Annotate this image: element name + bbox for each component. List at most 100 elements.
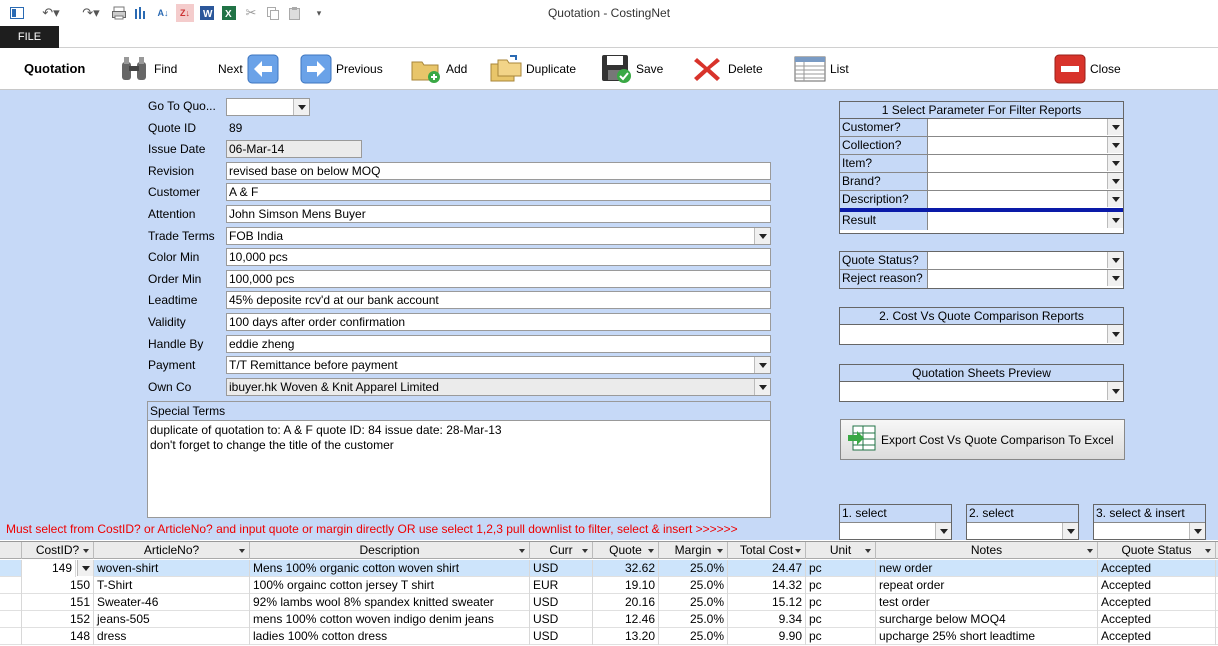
cell-unit[interactable]: pc	[806, 577, 876, 594]
chevron-down-icon[interactable]	[754, 379, 770, 395]
column-header-quote[interactable]: Quote	[593, 542, 659, 559]
cell-quote[interactable]: 19.10	[593, 577, 659, 594]
cell-curr[interactable]: USD	[530, 611, 593, 628]
chevron-down-icon[interactable]	[1107, 270, 1123, 286]
quote-id-field[interactable]: 89	[226, 119, 266, 137]
row-selector[interactable]	[0, 577, 22, 594]
select-1[interactable]: 1. select	[839, 504, 952, 540]
filter-brand-select[interactable]	[928, 173, 1123, 190]
cell-article[interactable]: jeans-505	[94, 611, 250, 628]
leadtime-field[interactable]: 45% deposite rcv'd at our bank account	[226, 291, 771, 309]
cell-margin[interactable]: 25.0%	[659, 577, 728, 594]
customer-field[interactable]: A & F	[226, 183, 771, 201]
filter-result-select[interactable]	[928, 212, 1123, 230]
chevron-down-icon[interactable]	[935, 523, 951, 539]
chevron-down-icon[interactable]	[1107, 212, 1123, 228]
cell-curr[interactable]: USD	[530, 628, 593, 645]
table-row[interactable]: 152 jeans-505 mens 100% cotton woven ind…	[0, 611, 1218, 628]
row-selector[interactable]	[0, 560, 22, 577]
cell-description[interactable]: ladies 100% cotton dress	[250, 628, 530, 645]
chevron-down-icon[interactable]	[1189, 523, 1205, 539]
cell-quote[interactable]: 13.20	[593, 628, 659, 645]
cell-curr[interactable]: USD	[530, 560, 593, 577]
cell-total-cost[interactable]: 24.47	[728, 560, 806, 577]
validity-field[interactable]: 100 days after order confirmation	[226, 313, 771, 331]
close-button[interactable]: Close	[1054, 52, 1121, 86]
cell-article[interactable]: dress	[94, 628, 250, 645]
duplicate-button[interactable]: Duplicate	[490, 52, 576, 86]
trade-terms-select[interactable]: FOB India	[226, 227, 771, 245]
column-header-articleno[interactable]: ArticleNo?	[94, 542, 250, 559]
goto-select[interactable]	[226, 98, 310, 116]
cell-total-cost[interactable]: 9.34	[728, 611, 806, 628]
cell-quote[interactable]: 20.16	[593, 594, 659, 611]
cell-description[interactable]: Mens 100% organic cotton woven shirt	[250, 560, 530, 577]
chevron-down-icon[interactable]	[1107, 252, 1123, 268]
cell-notes[interactable]: upcharge 25% short leadtime	[876, 628, 1098, 645]
column-header-costid[interactable]: CostID?	[22, 542, 94, 559]
filter-description-select[interactable]	[928, 191, 1123, 208]
cell-unit[interactable]: pc	[806, 611, 876, 628]
chevron-down-icon[interactable]	[1062, 523, 1078, 539]
cell-costid[interactable]: 148	[22, 628, 94, 645]
column-header-unit[interactable]: Unit	[806, 542, 876, 559]
quote-status-select[interactable]	[928, 252, 1123, 269]
cell-article[interactable]: woven-shirt	[94, 560, 250, 577]
cell-status[interactable]: Accepted	[1098, 628, 1216, 645]
cell-description[interactable]: 92% lambs wool 8% spandex knitted sweate…	[250, 594, 530, 611]
cell-status[interactable]: Accepted	[1098, 611, 1216, 628]
column-header-notes[interactable]: Notes	[876, 542, 1098, 559]
chevron-down-icon[interactable]	[754, 357, 770, 373]
attention-field[interactable]: John Simson Mens Buyer	[226, 205, 771, 223]
issue-date-field[interactable]: 06-Mar-14	[226, 140, 362, 158]
row-selector[interactable]	[0, 611, 22, 628]
cell-margin[interactable]: 25.0%	[659, 560, 728, 577]
cell-costid[interactable]: 152	[22, 611, 94, 628]
table-row[interactable]: 149 woven-shirt Mens 100% organic cotton…	[0, 560, 1218, 577]
cell-notes[interactable]: repeat order	[876, 577, 1098, 594]
cell-article[interactable]: Sweater-46	[94, 594, 250, 611]
sheets-preview-select[interactable]	[840, 382, 1123, 401]
reject-reason-select[interactable]	[928, 270, 1123, 288]
list-button[interactable]: List	[794, 52, 849, 86]
revision-field[interactable]: revised base on below MOQ	[226, 162, 771, 180]
column-header-margin[interactable]: Margin	[659, 542, 728, 559]
order-min-field[interactable]: 100,000 pcs	[226, 270, 771, 288]
chevron-down-icon[interactable]	[293, 99, 309, 115]
row-selector[interactable]	[0, 628, 22, 645]
column-header-total-cost[interactable]: Total Cost	[728, 542, 806, 559]
file-tab[interactable]: FILE	[0, 26, 59, 48]
chevron-down-icon[interactable]	[77, 560, 93, 576]
filter-customer-select[interactable]	[928, 119, 1123, 136]
cell-costid[interactable]: 150	[22, 577, 94, 594]
cell-status[interactable]: Accepted	[1098, 577, 1216, 594]
column-header-curr[interactable]: Curr	[530, 542, 593, 559]
find-button[interactable]: Find	[118, 52, 177, 86]
chevron-down-icon[interactable]	[1107, 155, 1123, 171]
delete-button[interactable]: Delete	[692, 52, 763, 86]
table-row[interactable]: 151 Sweater-46 92% lambs wool 8% spandex…	[0, 594, 1218, 611]
costid-dropdown[interactable]	[76, 560, 94, 577]
chevron-down-icon[interactable]	[1107, 382, 1123, 400]
payment-select[interactable]: T/T Remittance before payment	[226, 356, 771, 374]
cell-article[interactable]: T-Shirt	[94, 577, 250, 594]
cell-notes[interactable]: new order	[876, 560, 1098, 577]
cell-unit[interactable]: pc	[806, 594, 876, 611]
export-excel-button[interactable]: Export Cost Vs Quote Comparison To Excel	[840, 419, 1125, 460]
filter-collection-select[interactable]	[928, 137, 1123, 154]
cell-margin[interactable]: 25.0%	[659, 594, 728, 611]
comparison-report-select[interactable]	[840, 325, 1123, 344]
chevron-down-icon[interactable]	[754, 228, 770, 244]
color-min-field[interactable]: 10,000 pcs	[226, 248, 771, 266]
cell-unit[interactable]: pc	[806, 560, 876, 577]
special-terms-box[interactable]: Special Terms duplicate of quotation to:…	[147, 401, 771, 518]
row-selector[interactable]	[0, 594, 22, 611]
cell-curr[interactable]: USD	[530, 594, 593, 611]
column-header-description[interactable]: Description	[250, 542, 530, 559]
add-button[interactable]: Add	[410, 52, 467, 86]
cell-costid[interactable]: 151	[22, 594, 94, 611]
cell-status[interactable]: Accepted	[1098, 560, 1216, 577]
filter-item-select[interactable]	[928, 155, 1123, 172]
cell-notes[interactable]: surcharge below MOQ4	[876, 611, 1098, 628]
chevron-down-icon[interactable]	[1107, 119, 1123, 135]
